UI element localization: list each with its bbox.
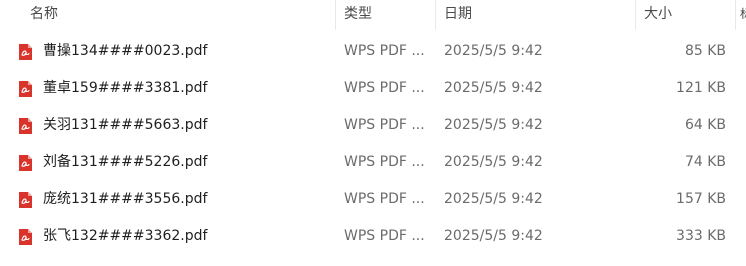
sort-ascending-icon: ^ xyxy=(176,0,186,7)
column-header-size[interactable]: 大小 xyxy=(636,0,736,30)
file-rows: 曹操134####0023.pdf WPS PDF ... 2025/5/5 9:4… xyxy=(0,33,746,255)
column-header-date[interactable]: 日期 xyxy=(436,0,636,30)
file-size: 85 KB xyxy=(684,43,726,59)
file-date: 2025/5/5 9:42 xyxy=(444,228,543,244)
file-size: 74 KB xyxy=(684,154,726,170)
column-header-type-label: 类型 xyxy=(344,6,372,22)
pdf-icon xyxy=(19,44,32,60)
file-name: 张飞132####3362.pdf xyxy=(43,228,208,244)
file-date: 2025/5/5 9:42 xyxy=(444,43,543,59)
file-date: 2025/5/5 9:42 xyxy=(444,191,543,207)
column-header-tags[interactable]: 标 xyxy=(736,0,746,30)
file-date: 2025/5/5 9:42 xyxy=(444,117,543,133)
column-header-name-label: 名称 xyxy=(30,6,58,22)
file-size: 121 KB xyxy=(676,80,726,96)
pdf-icon xyxy=(19,81,32,97)
column-header-size-label: 大小 xyxy=(644,6,672,22)
pdf-icon xyxy=(19,155,32,171)
file-row[interactable]: 张飞132####3362.pdf WPS PDF ... 2025/5/5 9:4… xyxy=(0,218,746,255)
file-size: 157 KB xyxy=(676,191,726,207)
file-row[interactable]: 董卓159####3381.pdf WPS PDF ... 2025/5/5 9:4… xyxy=(0,70,746,107)
file-name: 董卓159####3381.pdf xyxy=(43,80,208,96)
file-size: 64 KB xyxy=(684,117,726,133)
file-type: WPS PDF ... xyxy=(344,154,425,170)
file-type: WPS PDF ... xyxy=(344,43,425,59)
file-list: 名称 ^ 类型 日期 大小 标 曹操134####0023.pdf WPS PDF… xyxy=(0,0,746,266)
pdf-icon xyxy=(19,229,32,245)
file-date: 2025/5/5 9:42 xyxy=(444,154,543,170)
file-type: WPS PDF ... xyxy=(344,117,425,133)
file-name: 曹操134####0023.pdf xyxy=(43,43,208,59)
file-row[interactable]: 关羽131####5663.pdf WPS PDF ... 2025/5/5 9:4… xyxy=(0,107,746,144)
file-row[interactable]: 庞统131####3556.pdf WPS PDF ... 2025/5/5 9:4… xyxy=(0,181,746,218)
file-date: 2025/5/5 9:42 xyxy=(444,80,543,96)
file-name: 刘备131####5226.pdf xyxy=(43,154,208,170)
column-header-type[interactable]: 类型 xyxy=(336,0,436,30)
column-header-bar: 名称 ^ 类型 日期 大小 标 xyxy=(0,0,746,30)
pdf-icon xyxy=(19,192,32,208)
file-type: WPS PDF ... xyxy=(344,191,425,207)
file-row[interactable]: 曹操134####0023.pdf WPS PDF ... 2025/5/5 9:4… xyxy=(0,33,746,70)
file-size: 333 KB xyxy=(676,228,726,244)
column-header-tags-label: 标 xyxy=(740,7,746,21)
file-row[interactable]: 刘备131####5226.pdf WPS PDF ... 2025/5/5 9:4… xyxy=(0,144,746,181)
file-name: 关羽131####5663.pdf xyxy=(43,117,208,133)
pdf-icon xyxy=(19,118,32,134)
file-type: WPS PDF ... xyxy=(344,80,425,96)
file-type: WPS PDF ... xyxy=(344,228,425,244)
column-header-date-label: 日期 xyxy=(444,6,472,22)
file-name: 庞统131####3556.pdf xyxy=(43,191,208,207)
